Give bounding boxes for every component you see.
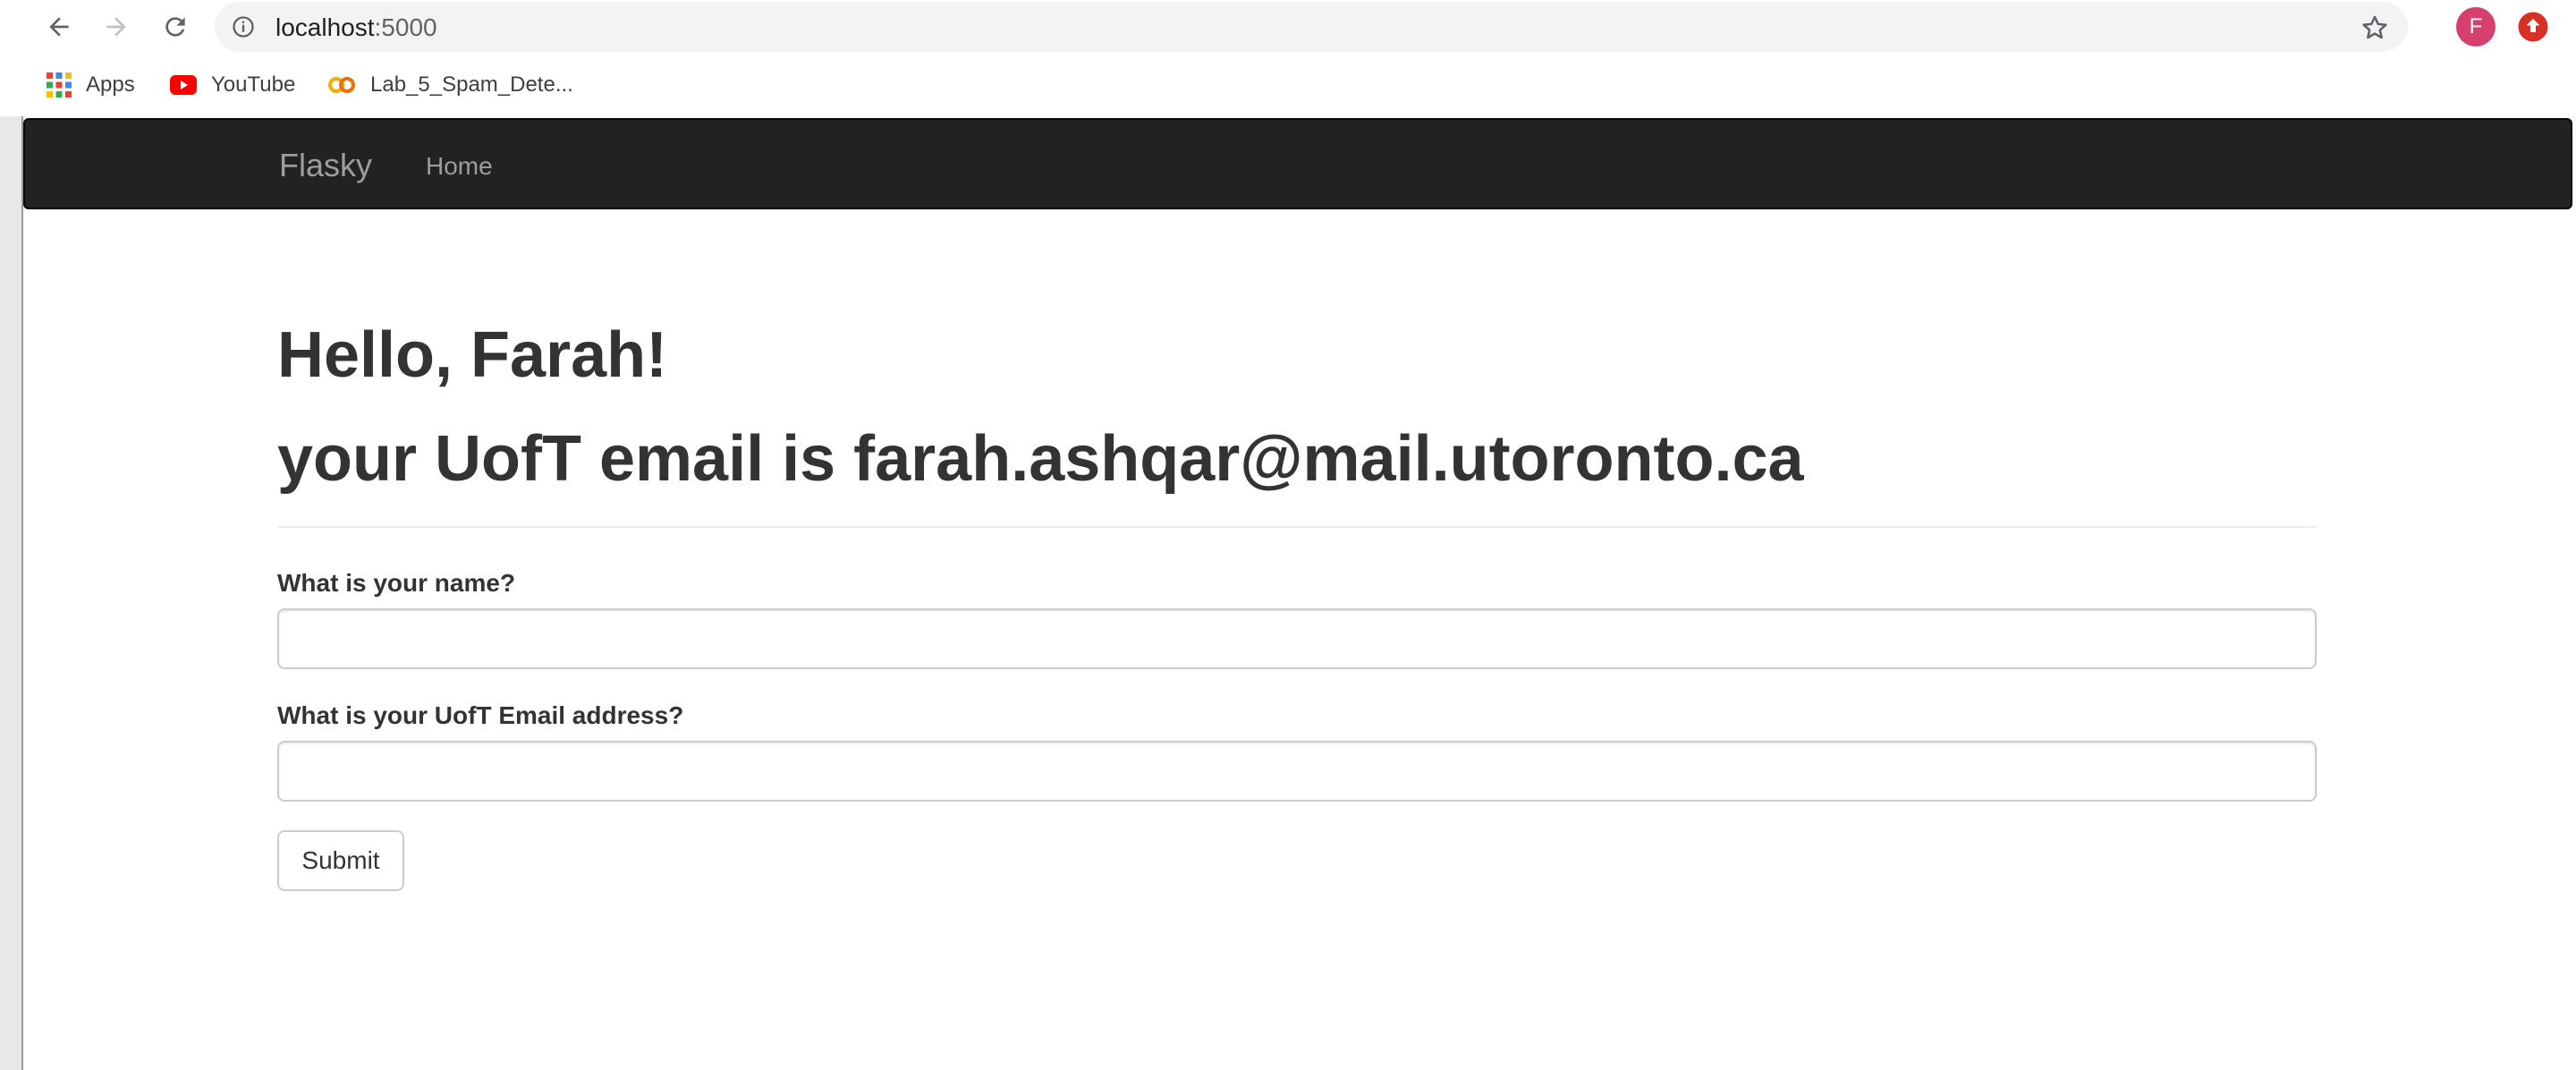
site-navbar: Flasky Home [23, 118, 2572, 209]
profile-avatar[interactable]: F [2456, 7, 2496, 47]
nav-link-home[interactable]: Home [426, 152, 493, 181]
navbar-brand[interactable]: Flasky [279, 147, 372, 184]
arrow-right-icon [106, 17, 126, 37]
url-port: :5000 [374, 13, 437, 41]
reload-icon [165, 17, 185, 37]
window-edge [0, 116, 21, 1070]
upload-extension-icon[interactable] [2517, 11, 2549, 43]
reload-button[interactable] [156, 7, 195, 47]
url-host: localhost [275, 13, 375, 41]
star-icon[interactable] [2360, 13, 2390, 43]
bookmark-colab[interactable]: Lab_5_Spam_Dete... [327, 68, 573, 102]
address-bar[interactable]: localhost:5000 [215, 2, 2408, 52]
email-heading: your UofT email is farah.ashqar@mail.uto… [277, 423, 1804, 495]
colab-icon [328, 77, 355, 93]
bookmark-youtube[interactable]: YouTube [170, 68, 295, 102]
name-label: What is your name? [277, 569, 516, 597]
bookmark-label: YouTube [211, 72, 296, 97]
url-text[interactable]: localhost:5000 [275, 13, 437, 42]
apps-grid-icon [47, 72, 72, 98]
page-viewport: Flasky Home Hello, Farah! your UofT emai… [21, 116, 2572, 1070]
info-icon[interactable] [231, 14, 256, 39]
profile-initial: F [2469, 14, 2483, 38]
browser-toolbar: localhost:5000 F [0, 0, 2576, 54]
bookmark-label: Apps [86, 72, 135, 97]
forward-button[interactable] [97, 7, 136, 47]
greeting-heading: Hello, Farah! [277, 319, 668, 391]
bookmark-label: Lab_5_Spam_Dete... [370, 72, 573, 97]
arrow-left-icon [49, 17, 69, 37]
bookmarks-bar: Apps YouTube Lab_5_Spam_Dete... [0, 54, 2576, 116]
back-button[interactable] [39, 7, 79, 47]
youtube-icon [170, 75, 197, 95]
email-label: What is your UofT Email address? [277, 701, 684, 729]
header-divider [277, 526, 2317, 528]
submit-button[interactable]: Submit [277, 830, 404, 891]
bookmark-apps[interactable]: Apps [47, 68, 135, 102]
name-input[interactable] [277, 608, 2317, 669]
email-input[interactable] [277, 741, 2317, 802]
